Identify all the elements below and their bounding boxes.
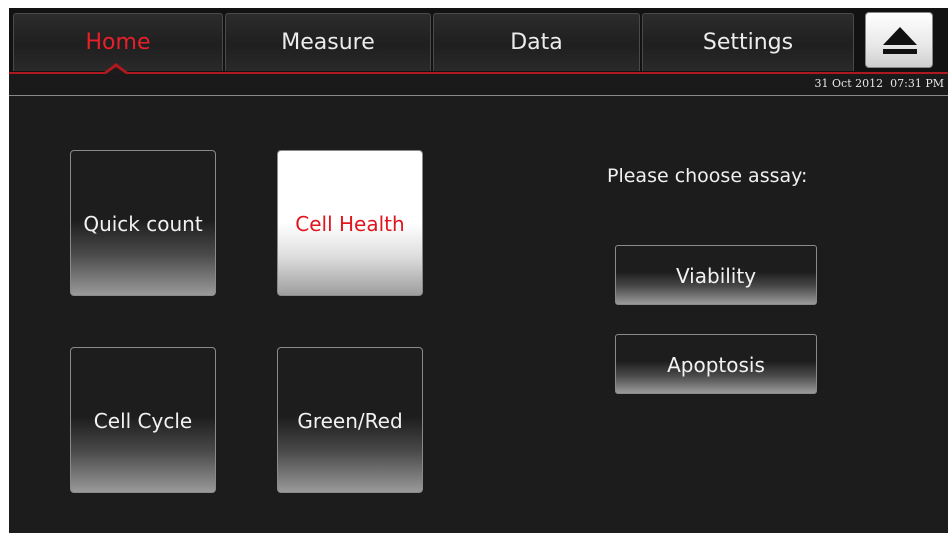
status-bar: 31 Oct 2012 07:31 PM (9, 74, 948, 96)
tab-measure[interactable]: Measure (225, 13, 431, 71)
quick-count-button[interactable]: Quick count (70, 150, 216, 296)
eject-icon (883, 27, 917, 55)
tab-data[interactable]: Data (433, 13, 640, 71)
tab-settings[interactable]: Settings (642, 13, 854, 71)
green-red-button[interactable]: Green/Red (277, 347, 423, 493)
eject-button[interactable] (865, 12, 933, 68)
assay-prompt: Please choose assay: (607, 165, 808, 187)
cell-health-button[interactable]: Cell Health (277, 150, 423, 296)
apoptosis-button[interactable]: Apoptosis (615, 334, 817, 394)
viability-button[interactable]: Viability (615, 245, 817, 305)
cell-cycle-button[interactable]: Cell Cycle (70, 347, 216, 493)
app-screen: Home Measure Data Settings 31 Oct 2012 0… (9, 8, 948, 533)
datetime-label: 31 Oct 2012 07:31 PM (814, 77, 944, 90)
tab-bar: Home Measure Data Settings (9, 8, 948, 72)
